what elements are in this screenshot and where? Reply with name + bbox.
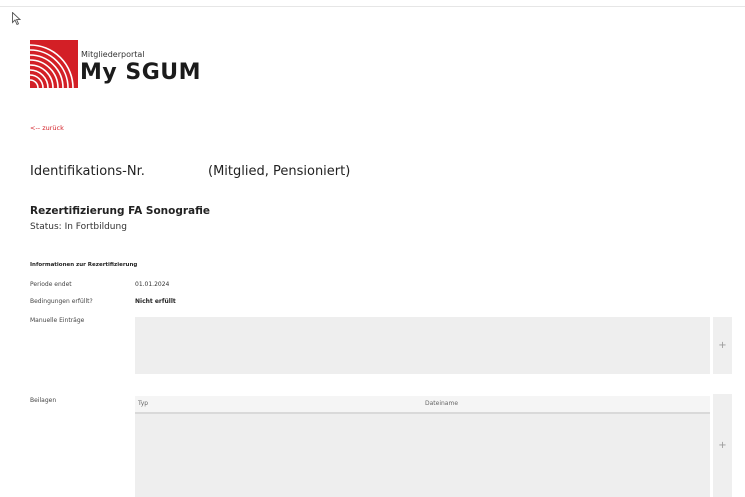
plus-icon: + <box>718 340 727 351</box>
info-heading: Informationen zur Rezertifizierung <box>30 262 138 268</box>
portal-subtitle: Mitgliederportal <box>81 50 145 59</box>
manual-entries-area <box>135 317 710 374</box>
member-status-label: (Mitglied, Pensioniert) <box>208 164 351 179</box>
portal-title: My SGUM <box>80 60 202 85</box>
top-border <box>0 6 745 7</box>
back-link[interactable]: <-- zurück <box>30 124 64 132</box>
conditions-value: Nicht erfüllt <box>135 298 176 305</box>
recertification-status: Status: In Fortbildung <box>30 222 127 232</box>
mouse-pointer-icon <box>12 12 21 25</box>
attachments-table-header: Typ Dateiname <box>135 396 710 414</box>
attachments-label: Beilagen <box>30 397 57 404</box>
plus-icon: + <box>718 440 727 451</box>
add-manual-entry-button[interactable]: + <box>713 317 732 374</box>
period-value: 01.01.2024 <box>135 281 170 288</box>
column-type: Typ <box>138 400 149 407</box>
add-attachment-button[interactable]: + <box>713 394 732 497</box>
attachments-table-body <box>135 414 710 497</box>
conditions-label: Bedingungen erfüllt? <box>30 298 93 305</box>
identification-number-label: Identifikations-Nr. <box>30 164 145 179</box>
sgum-logo-icon <box>30 40 78 88</box>
column-filename: Dateiname <box>425 400 459 407</box>
period-label: Periode endet <box>30 281 72 288</box>
recertification-title: Rezertifizierung FA Sonografie <box>30 205 211 217</box>
manual-entries-label: Manuelle Einträge <box>30 317 85 324</box>
